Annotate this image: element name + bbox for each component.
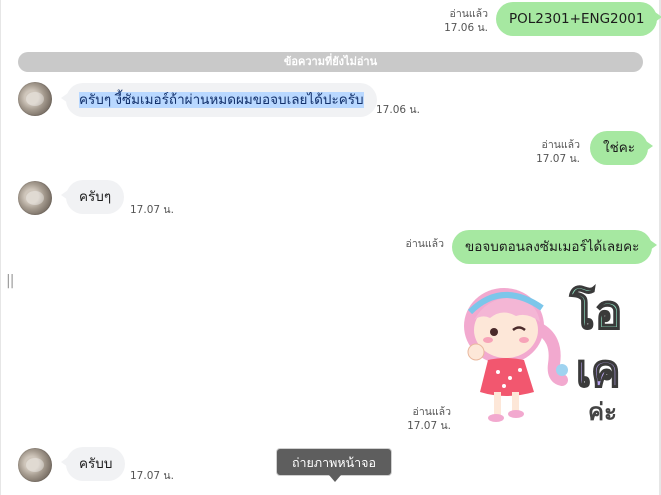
resize-handle-icon[interactable]: || <box>6 273 15 289</box>
message-time: 17.07 น. <box>130 204 174 216</box>
message-meta: อ่านแล้ว 17.06 น. <box>444 7 488 35</box>
message-time: 17.07 น. <box>130 470 174 482</box>
message-text: ครับบ <box>79 456 113 472</box>
avatar[interactable] <box>18 181 52 215</box>
left-border <box>0 0 1 495</box>
message-meta: อ่านแล้ว 17.07 น. <box>536 138 580 166</box>
message-text: ครับๆ <box>79 189 112 205</box>
message-meta: อ่านแล้ว 17.07 น. <box>407 405 451 433</box>
message-text: ใช่คะ <box>603 140 636 156</box>
message-bubble-incoming[interactable]: ครับๆ งี้ซัมเมอร์ถ้าผ่านหมดผมขอจบเลยได้ป… <box>61 83 377 117</box>
message-time: 17.07 น. <box>536 153 580 165</box>
message-text: ขอจบตอนลงซัมเมอร์ได้เลยคะ <box>465 239 640 255</box>
message-bubble-outgoing[interactable]: ใช่คะ <box>590 131 654 165</box>
avatar[interactable] <box>18 448 52 482</box>
unread-divider-label: ข้อความที่ยังไม่อ่าน <box>283 55 378 68</box>
sticker-text-ke: เค <box>576 346 620 397</box>
message-bubble-outgoing[interactable]: ขอจบตอนลงซัมเมอร์ได้เลยคะ <box>452 230 658 264</box>
message-text-selected: ครับๆ งี้ซัมเมอร์ถ้าผ่านหมดผมขอจบเลยได้ป… <box>79 92 364 108</box>
read-receipt: อ่านแล้ว <box>412 406 451 418</box>
sticker-text-o: โอ <box>569 285 622 339</box>
sticker-text-ka: ค่ะ <box>588 398 617 426</box>
sticker-ok-girl[interactable]: โอ เค ค่ะ <box>458 268 628 430</box>
message-time: 17.06 น. <box>444 22 488 34</box>
message-bubble-incoming[interactable]: ครับบ <box>60 447 126 481</box>
screenshot-tooltip: ถ่ายภาพหน้าจอ <box>276 448 392 482</box>
message-bubble-incoming[interactable]: ครับๆ <box>60 180 125 214</box>
sticker-image: โอ เค ค่ะ <box>464 284 623 426</box>
message-time: 17.07 น. <box>407 420 451 432</box>
tooltip-label: ถ่ายภาพหน้าจอ <box>291 455 377 470</box>
avatar[interactable] <box>18 82 52 116</box>
read-receipt: อ่านแล้ว <box>405 238 444 250</box>
read-receipt: อ่านแล้ว <box>449 8 488 20</box>
message-text: POL2301+ENG2001 <box>509 11 645 27</box>
read-receipt: อ่านแล้ว <box>541 139 580 151</box>
unread-divider: ข้อความที่ยังไม่อ่าน <box>18 52 643 72</box>
message-bubble-outgoing[interactable]: POL2301+ENG2001 <box>496 2 661 36</box>
message-time: 17.06 น. <box>376 104 420 116</box>
